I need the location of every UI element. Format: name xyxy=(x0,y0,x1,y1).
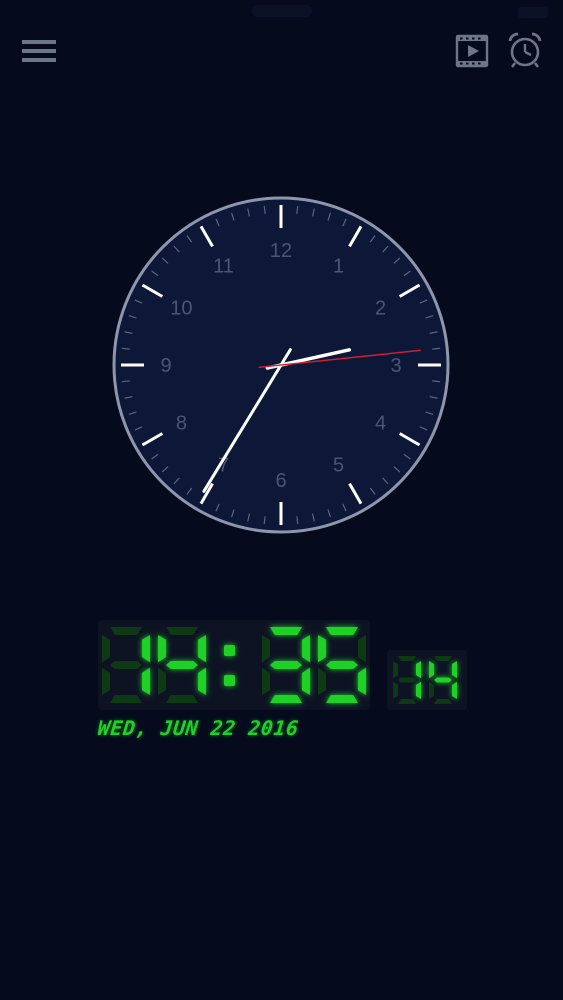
minute-tick xyxy=(432,380,441,383)
minute-tick xyxy=(263,205,266,214)
lcd-segment xyxy=(326,695,358,703)
video-button[interactable] xyxy=(454,33,490,69)
lcd-segment xyxy=(358,635,366,663)
lcd-segment xyxy=(358,667,366,695)
lcd-segment xyxy=(102,667,110,695)
clock-numeral: 9 xyxy=(160,355,171,377)
digital-seconds-digit xyxy=(393,656,421,704)
lcd-segment xyxy=(416,661,421,679)
lcd-segment xyxy=(262,635,270,663)
lcd-segment xyxy=(158,667,166,695)
lcd-segment xyxy=(318,635,326,663)
lcd-segment xyxy=(166,661,198,669)
clock-numeral: 1 xyxy=(333,255,344,277)
digital-digit xyxy=(102,627,150,703)
date-label: WED, JUN 22 2016 xyxy=(96,716,300,740)
digital-digit xyxy=(262,627,310,703)
clock-numeral: 4 xyxy=(375,413,386,435)
lcd-segment xyxy=(434,656,452,661)
lcd-segment xyxy=(166,627,198,635)
minute-tick xyxy=(432,347,441,350)
lcd-segment xyxy=(110,661,142,669)
lcd-segment xyxy=(198,667,206,695)
lcd-segment xyxy=(270,627,302,635)
lcd-segment xyxy=(429,661,434,679)
minute-tick xyxy=(121,347,130,350)
analog-clock-face: 121234567891011 xyxy=(112,196,450,534)
lcd-segment xyxy=(416,681,421,699)
lcd-segment xyxy=(434,699,452,704)
clock-numeral: 6 xyxy=(275,470,286,492)
digital-colon xyxy=(224,645,235,686)
lcd-segment xyxy=(318,667,326,695)
lcd-segment xyxy=(302,635,310,663)
digital-seconds-display xyxy=(393,656,457,704)
video-play-icon xyxy=(455,34,489,68)
lcd-segment xyxy=(270,661,302,669)
digital-digit xyxy=(158,627,206,703)
lcd-segment xyxy=(270,695,302,703)
analog-clock: 12 1 2 3 4 5 6 7 8 9 10 11 xyxy=(108,192,454,538)
minute-tick xyxy=(296,205,299,214)
lcd-segment xyxy=(110,627,142,635)
clock-numeral: 8 xyxy=(176,413,187,435)
lcd-segment xyxy=(142,667,150,695)
lcd-segment xyxy=(142,635,150,663)
lcd-segment xyxy=(429,681,434,699)
status-bar xyxy=(0,0,563,24)
alarm-clock-icon xyxy=(508,32,542,68)
lcd-segment xyxy=(398,677,416,683)
clock-numeral: 2 xyxy=(375,298,386,320)
lcd-segment xyxy=(302,667,310,695)
clock-numeral: 5 xyxy=(333,455,344,477)
minute-tick xyxy=(121,380,130,383)
lcd-segment xyxy=(452,681,457,699)
lcd-segment xyxy=(393,681,398,699)
digital-clock xyxy=(98,620,370,710)
lcd-segment xyxy=(452,661,457,679)
lcd-segment xyxy=(158,635,166,663)
hamburger-menu-icon xyxy=(22,40,56,62)
lcd-segment xyxy=(110,695,142,703)
clock-numeral: 11 xyxy=(213,255,234,277)
clock-numeral: 3 xyxy=(390,355,401,377)
clock-numeral: 10 xyxy=(170,298,192,320)
alarm-button[interactable] xyxy=(505,30,545,70)
minute-tick xyxy=(296,516,299,525)
lcd-segment xyxy=(393,661,398,679)
digital-seconds xyxy=(387,650,467,710)
lcd-segment xyxy=(326,627,358,635)
digital-seconds-digit xyxy=(429,656,457,704)
digital-clock-display xyxy=(102,627,366,703)
lcd-segment xyxy=(198,635,206,663)
digital-digit xyxy=(318,627,366,703)
clock-numeral: 12 xyxy=(270,240,292,262)
minute-tick xyxy=(263,516,266,525)
lcd-segment xyxy=(102,635,110,663)
lcd-segment xyxy=(262,667,270,695)
battery-icon xyxy=(518,7,548,18)
status-bar-time-placeholder xyxy=(252,5,312,17)
menu-button[interactable] xyxy=(18,36,58,68)
lcd-segment xyxy=(434,677,452,683)
lcd-segment xyxy=(166,695,198,703)
lcd-segment xyxy=(326,661,358,669)
lcd-segment xyxy=(398,656,416,661)
lcd-segment xyxy=(398,699,416,704)
